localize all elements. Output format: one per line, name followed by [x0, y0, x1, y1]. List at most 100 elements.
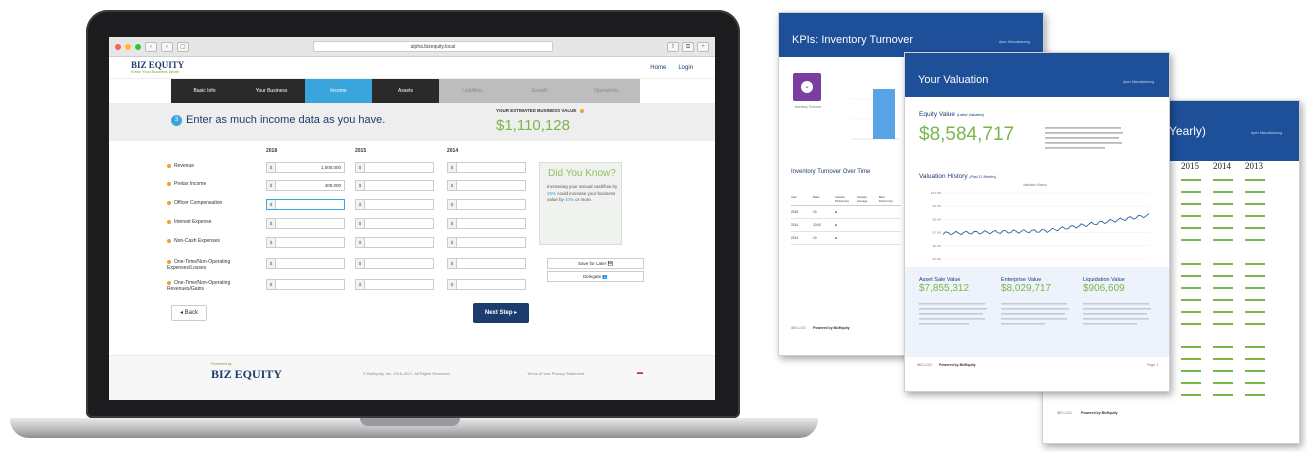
- kpi-ratio: 10: [813, 236, 817, 240]
- history-label-note: (Past 12 Months): [969, 175, 997, 179]
- browser-forward-button[interactable]: ›: [161, 41, 173, 52]
- yearly-table-cell: [1213, 215, 1233, 217]
- report-kpi-header: KPIs: Inventory Turnover Apex Manufactur…: [779, 13, 1043, 57]
- income-input[interactable]: $400,000: [266, 180, 345, 191]
- income-input[interactable]: $: [266, 218, 345, 229]
- income-input[interactable]: $1,000,000: [266, 162, 345, 173]
- flag-icon[interactable]: ▬: [637, 370, 643, 376]
- yearly-table-cell: [1245, 203, 1265, 205]
- info-icon[interactable]: [579, 108, 584, 113]
- equity-description-lines: [1045, 127, 1123, 149]
- income-input[interactable]: $: [266, 258, 345, 269]
- report-valuation-company: Apex Manufacturing: [1123, 80, 1155, 84]
- new-tab-icon[interactable]: +: [697, 41, 709, 52]
- dyk-text-c: or more.: [574, 197, 593, 202]
- footer-links[interactable]: Terms of Use Privacy Statement: [527, 371, 584, 376]
- yearly-table-cell: [1213, 287, 1233, 289]
- minimize-window-icon[interactable]: [125, 43, 131, 50]
- kpi-table: Year Ratio Industry Performing Industry Ave…: [791, 195, 901, 245]
- kpi-icon: ⌄: [793, 73, 821, 101]
- income-input[interactable]: $: [266, 237, 345, 248]
- kpi-bar: [873, 89, 895, 139]
- back-button[interactable]: ◂ Back: [171, 305, 207, 321]
- yearly-table-cell: [1181, 179, 1201, 181]
- step-number-badge: 3: [171, 115, 182, 126]
- yearly-table-cell: [1245, 275, 1265, 277]
- income-input[interactable]: $: [447, 258, 526, 269]
- footer-logo[interactable]: BIZ EQUITY: [211, 367, 282, 382]
- yearly-table-cell: [1181, 299, 1201, 301]
- field-label: Non-Cash Expenses: [167, 238, 247, 244]
- tabs-icon[interactable]: ⧉: [682, 41, 694, 52]
- step-your-business[interactable]: Your Business: [238, 79, 305, 103]
- income-input[interactable]: $: [447, 237, 526, 248]
- address-bar[interactable]: alpha.bizequity.local: [313, 41, 553, 52]
- yearly-table-cell: [1213, 311, 1233, 313]
- income-input[interactable]: $: [355, 162, 434, 173]
- income-input[interactable]: $: [355, 180, 434, 191]
- yearly-table-cell: [1213, 179, 1233, 181]
- step-basic-info[interactable]: Basic Info: [171, 79, 238, 103]
- save-for-later-button[interactable]: Save for Later 💾: [547, 258, 644, 269]
- field-label: Revenue: [167, 163, 247, 169]
- step-income[interactable]: Income: [305, 79, 372, 103]
- income-input[interactable]: $: [355, 237, 434, 248]
- yearly-table-cell: [1213, 275, 1233, 277]
- income-input[interactable]: $: [447, 180, 526, 191]
- yearly-table-cell: [1213, 382, 1233, 384]
- kpi-table-row: 2015 10 ■: [791, 206, 901, 219]
- delegate-button[interactable]: Delegate 👥: [547, 271, 644, 282]
- income-input[interactable]: $: [355, 199, 434, 210]
- chart-y-tick: $9.0M: [933, 204, 942, 208]
- nav-login-link[interactable]: Login: [678, 65, 693, 71]
- currency-prefix: $: [448, 163, 457, 172]
- next-step-button[interactable]: Next Step ▸: [473, 303, 529, 323]
- yearly-table-cell: [1181, 227, 1201, 229]
- income-input[interactable]: $: [447, 279, 526, 290]
- yearly-table-cell: [1213, 323, 1233, 325]
- yearly-table-cell: [1181, 239, 1201, 241]
- income-input-value: 400,000: [324, 183, 341, 188]
- close-window-icon[interactable]: [115, 43, 121, 50]
- browser-back-button[interactable]: ‹: [145, 41, 157, 52]
- income-input[interactable]: $: [355, 218, 434, 229]
- step-liabilities[interactable]: Liabilities: [439, 79, 506, 103]
- kpi-table-header: Year Ratio Industry Performing Industry Ave…: [791, 195, 901, 206]
- year-header: 2014: [447, 148, 459, 154]
- currency-prefix: $: [356, 259, 365, 268]
- yearly-table-cell: [1245, 287, 1265, 289]
- yearly-table-cell: [1181, 358, 1201, 360]
- yearly-table-cell: [1245, 323, 1265, 325]
- income-input[interactable]: $: [266, 279, 345, 290]
- metric: Enterprise Value $8,029,717: [1001, 277, 1051, 294]
- report-kpi-company: Apex Manufacturing: [999, 40, 1031, 44]
- step-growth[interactable]: Growth: [506, 79, 573, 103]
- header-nav: Home Login: [650, 65, 693, 71]
- income-input[interactable]: $: [355, 258, 434, 269]
- income-input[interactable]: $: [447, 218, 526, 229]
- site-logo[interactable]: BIZ EQUITY Know Your Business Worth: [131, 61, 184, 75]
- income-input[interactable]: $: [447, 199, 526, 210]
- required-dot-icon: [167, 259, 171, 264]
- maximize-window-icon[interactable]: [135, 43, 141, 50]
- income-input[interactable]: $: [266, 199, 345, 210]
- step-operations[interactable]: Operations: [573, 79, 640, 103]
- sidebar-toggle-icon[interactable]: ▢: [177, 41, 189, 52]
- yearly-table-cell: [1181, 394, 1201, 396]
- kpi-marker-icon: ■: [835, 236, 837, 240]
- field-label-text: One-Time/Non-Operating Expenses/Losses: [167, 259, 231, 271]
- yearly-table-cell: [1245, 358, 1265, 360]
- yearly-year: 2015: [1181, 161, 1199, 171]
- step-assets[interactable]: Assets: [372, 79, 439, 103]
- report-kpi-title: KPIs: Inventory Turnover: [792, 34, 914, 46]
- income-input[interactable]: $: [355, 279, 434, 290]
- yearly-table-cell: [1245, 311, 1265, 313]
- nav-home-link[interactable]: Home: [650, 65, 666, 71]
- share-icon[interactable]: ⇧: [667, 41, 679, 52]
- field-label: Officer Compensation: [167, 200, 247, 206]
- yearly-table-cell: [1245, 346, 1265, 348]
- valuation-history-chart: $10.0M $9.0M $8.0M $7.0M $6.0M $5.0M: [931, 191, 1150, 261]
- stage: (Yearly) Apex Manufacturing 2015 2014 20…: [0, 0, 1307, 452]
- income-input[interactable]: $: [447, 162, 526, 173]
- dyk-text-a: Increasing your annual cashflow by: [547, 184, 618, 189]
